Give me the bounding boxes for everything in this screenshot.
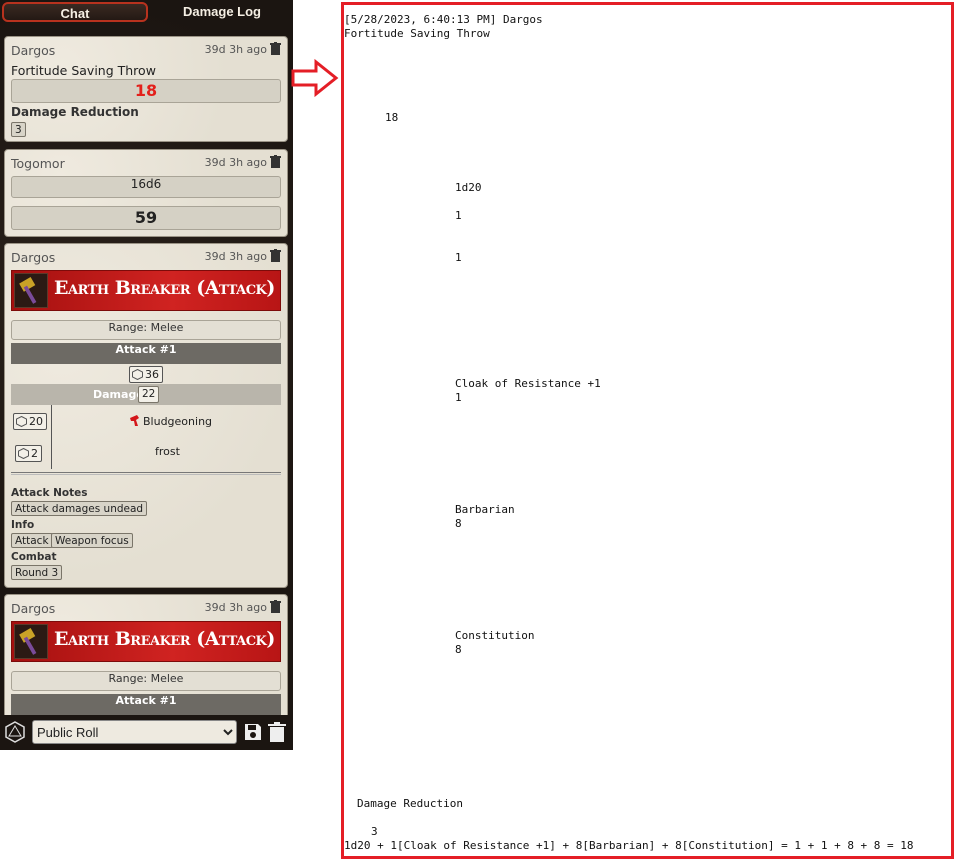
d20-icon[interactable]: [4, 721, 26, 743]
chat-message-attack: Dargos 39d 3h ago Earth Breaker (Attack)…: [4, 243, 288, 588]
damage-roll-chip-2[interactable]: 2: [15, 445, 42, 462]
damage-type-2: frost: [155, 445, 180, 458]
message-header: Dargos 39d 3h ago: [11, 249, 281, 266]
damage-roll-value-1: 20: [29, 415, 43, 428]
d20-icon: [132, 369, 143, 380]
damage-total-chip[interactable]: 22: [138, 386, 160, 403]
raw-header-line: [5/28/2023, 6:40:13 PM] Dargos: [344, 13, 543, 26]
combat-label: Combat: [11, 551, 57, 563]
section-divider: [11, 472, 281, 475]
arrow-right-icon: [291, 58, 339, 98]
raw-cloak-label: Cloak of Resistance +1: [455, 377, 601, 390]
item-banner: Earth Breaker (Attack): [11, 270, 281, 311]
damage-type-icon: [130, 415, 139, 426]
save-icon[interactable]: [243, 722, 263, 742]
raw-message-panel: [5/28/2023, 6:40:13 PM] Dargos Fortitude…: [341, 2, 954, 859]
attack-roll-chip[interactable]: 36: [129, 366, 163, 383]
chat-message-save: Dargos 39d 3h ago Fortitude Saving Throw…: [4, 36, 288, 142]
roll-formula[interactable]: 16d6: [11, 176, 281, 198]
attack-notes-label: Attack Notes: [11, 487, 88, 499]
damage-type-1: Bludgeoning: [129, 414, 212, 428]
d20-icon: [16, 416, 27, 427]
sidebar-tabs: Chat Damage Log: [0, 0, 293, 26]
chat-sidebar: Chat Damage Log Dargos 39d 3h ago Fortit…: [0, 0, 293, 750]
damage-header: Damage 22: [11, 384, 281, 405]
trash-icon[interactable]: [270, 155, 281, 168]
raw-constitution-label: Constitution: [455, 629, 535, 642]
raw-barbarian-value: 8: [455, 517, 462, 530]
item-title: Earth Breaker (Attack): [54, 277, 275, 299]
damage-type-label-1: Bludgeoning: [143, 415, 213, 428]
hammer-icon: [14, 624, 48, 659]
trash-icon[interactable]: [270, 249, 281, 262]
chat-message-roll: Togomor 39d 3h ago 16d6 59: [4, 149, 288, 237]
message-header: Dargos 39d 3h ago: [11, 600, 281, 617]
damage-reduction-label: Damage Reduction: [11, 105, 139, 119]
roll-subtitle: Fortitude Saving Throw: [11, 63, 156, 78]
raw-die-value-2: 1: [455, 251, 462, 264]
attack-header: Attack #1: [11, 343, 281, 364]
attack-roll-value: 36: [145, 368, 159, 381]
roll-total[interactable]: 18: [11, 79, 281, 103]
trash-icon[interactable]: [267, 721, 287, 743]
message-header: Togomor 39d 3h ago: [11, 155, 281, 172]
raw-total: 18: [385, 111, 399, 124]
item-range: Range: Melee: [11, 320, 281, 340]
damage-roll-value-2: 2: [31, 447, 38, 460]
roll-mode-select[interactable]: Public Roll: [32, 720, 237, 744]
info-weapon-focus-chip[interactable]: Weapon focus: [51, 533, 133, 548]
message-time: 39d 3h ago: [204, 250, 267, 263]
raw-dr-value: 3: [371, 825, 378, 838]
raw-formula: 1d20 + 1[Cloak of Resistance +1] + 8[Bar…: [344, 839, 914, 852]
raw-die-value-1: 1: [455, 209, 462, 222]
chat-footer: Public Roll: [0, 715, 293, 750]
raw-cloak-value: 1: [455, 391, 462, 404]
item-range: Range: Melee: [11, 671, 281, 691]
damage-label: Damage: [93, 388, 144, 401]
message-sender: Dargos: [11, 250, 56, 265]
damage-divider: [51, 405, 52, 469]
item-title: Earth Breaker (Attack): [54, 628, 275, 650]
raw-constitution-value: 8: [455, 643, 462, 656]
message-time: 39d 3h ago: [204, 43, 267, 56]
trash-icon[interactable]: [270, 600, 281, 613]
tab-chat[interactable]: Chat: [2, 2, 148, 22]
message-sender: Togomor: [11, 156, 65, 171]
raw-dr-label: Damage Reduction: [357, 797, 463, 810]
tab-damage-log[interactable]: Damage Log: [152, 2, 292, 22]
message-sender: Dargos: [11, 601, 56, 616]
message-time: 39d 3h ago: [204, 156, 267, 169]
message-time: 39d 3h ago: [204, 601, 267, 614]
message-header: Dargos 39d 3h ago: [11, 42, 281, 59]
raw-barbarian-label: Barbarian: [455, 503, 515, 516]
damage-roll-chip-1[interactable]: 20: [13, 413, 47, 430]
hammer-icon: [14, 273, 48, 308]
message-sender: Dargos: [11, 43, 56, 58]
item-banner: Earth Breaker (Attack): [11, 621, 281, 662]
info-label: Info: [11, 519, 35, 531]
trash-icon[interactable]: [270, 42, 281, 55]
roll-total[interactable]: 59: [11, 206, 281, 230]
attack-header: Attack #1: [11, 694, 281, 715]
info-attack-chip[interactable]: Attack: [11, 533, 53, 548]
raw-die: 1d20: [455, 181, 482, 194]
d20-icon: [18, 448, 29, 459]
raw-subtitle-line: Fortitude Saving Throw: [344, 27, 490, 40]
combat-round-chip[interactable]: Round 3: [11, 565, 63, 580]
chat-message-attack: Dargos 39d 3h ago Earth Breaker (Attack)…: [4, 594, 288, 734]
damage-reduction-chip[interactable]: 3: [11, 122, 26, 137]
attack-note-chip[interactable]: Attack damages undead: [11, 501, 148, 516]
